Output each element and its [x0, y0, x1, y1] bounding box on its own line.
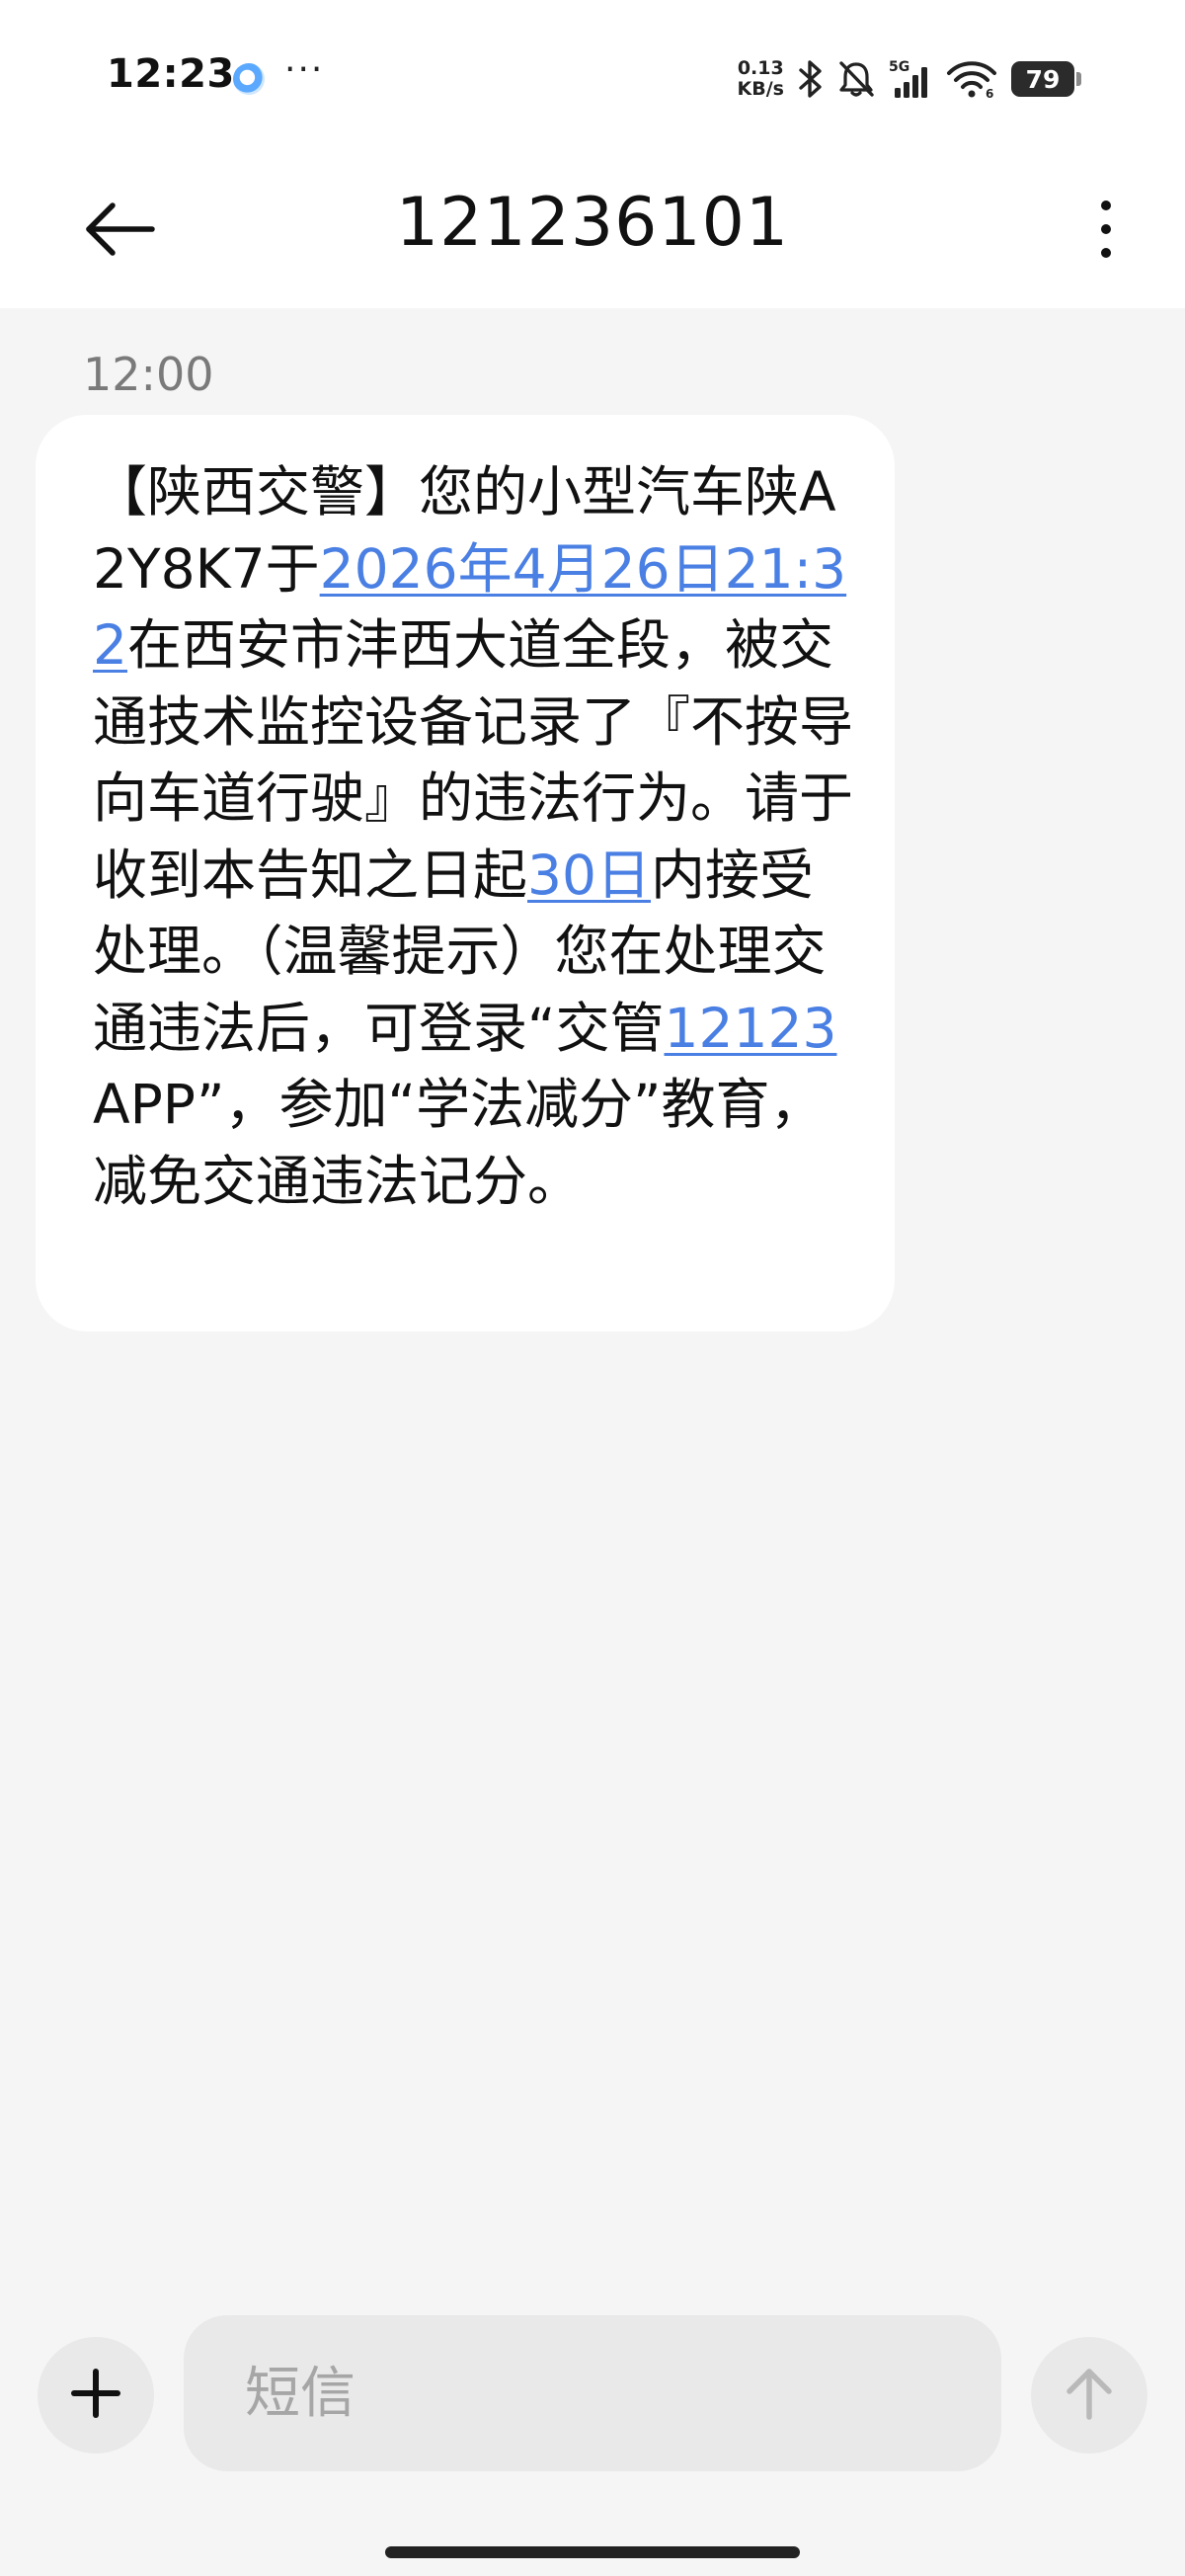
wifi-standard-label: 6 — [986, 87, 993, 99]
message-bubble[interactable]: 【陕西交警】您的小型汽车陕A2Y8K7于2026年4月26日21:32在西安市沣… — [36, 415, 895, 1331]
more-options-button[interactable] — [1076, 182, 1136, 281]
plus-icon — [68, 2366, 123, 2425]
bluetooth-icon — [798, 59, 824, 99]
cellular-signal-icon: 5G — [889, 58, 932, 100]
deadline-link[interactable]: 30日 — [527, 844, 651, 907]
status-bar: 12:23 ··· 0.13 KB/s 5G 6 79 — [0, 0, 1185, 148]
more-vertical-icon — [1099, 198, 1113, 265]
arrow-up-icon — [1064, 2364, 1115, 2427]
message-text: APP”，参加“学法减分”教育，减免交通违法记分。 — [93, 1073, 825, 1213]
wifi-icon: 6 — [946, 59, 997, 99]
send-button[interactable] — [1031, 2337, 1147, 2454]
message-input[interactable] — [243, 2360, 938, 2427]
network-type-label: 5G — [889, 59, 909, 75]
network-speed-value: 0.13 — [737, 57, 784, 79]
add-attachment-button[interactable] — [38, 2337, 154, 2454]
conversation-header: 121236101 — [0, 148, 1185, 308]
more-notifications-indicator: ··· — [284, 49, 325, 90]
battery-icon: 79 — [1011, 61, 1081, 97]
mute-icon — [837, 59, 875, 99]
home-indicator[interactable] — [385, 2546, 800, 2558]
app-notification-icon — [233, 63, 265, 95]
network-speed-unit: KB/s — [737, 78, 784, 100]
app-number-link[interactable]: 12123 — [665, 997, 837, 1060]
status-icons: 0.13 KB/s 5G 6 79 — [738, 55, 1081, 103]
message-timestamp: 12:00 — [83, 348, 214, 401]
message-input-container[interactable] — [184, 2315, 1001, 2471]
status-time: 12:23 — [107, 51, 235, 97]
network-speed: 0.13 KB/s — [738, 58, 784, 100]
conversation-title: 121236101 — [395, 184, 790, 262]
battery-level: 79 — [1025, 64, 1061, 94]
